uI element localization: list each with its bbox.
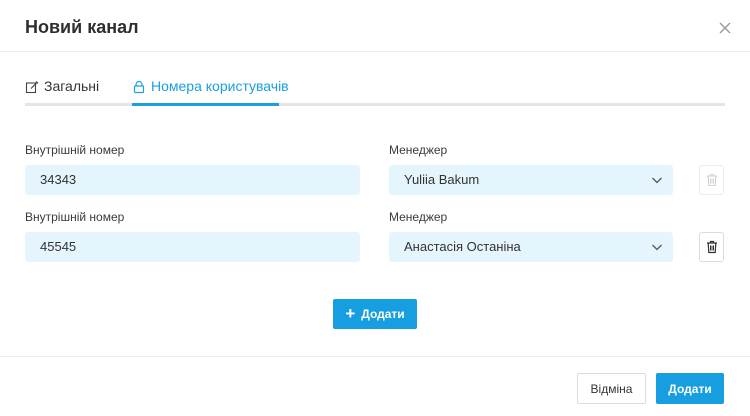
new-channel-dialog: Новий канал Загальні Номера користувачів… [0, 0, 750, 416]
delete-row-button[interactable] [699, 165, 724, 195]
tab-user-numbers-label: Номера користувачів [151, 78, 289, 94]
internal-number-input[interactable]: 34343 [25, 165, 360, 195]
manager-label: Менеджер [389, 210, 448, 224]
chevron-down-icon [652, 177, 662, 184]
active-tab-indicator [132, 103, 279, 106]
add-row-label: Додати [361, 307, 405, 321]
manager-select[interactable]: Yuliia Bakum [389, 165, 673, 195]
trash-icon [706, 173, 717, 187]
tab-user-numbers[interactable]: Номера користувачів [132, 78, 289, 106]
internal-number-input[interactable]: 45545 [25, 232, 360, 262]
manager-select-value: Анастасія Останіна [404, 239, 521, 254]
manager-select[interactable]: Анастасія Останіна [389, 232, 673, 262]
delete-row-button[interactable] [699, 232, 724, 262]
submit-button[interactable]: Додати [656, 373, 724, 404]
chevron-down-icon [652, 244, 662, 251]
manager-select-value: Yuliia Bakum [404, 172, 480, 187]
lock-icon [133, 80, 145, 94]
edit-icon [25, 81, 39, 94]
trash-icon [706, 240, 717, 254]
internal-number-label: Внутрішній номер [25, 143, 125, 157]
dialog-title: Новий канал [25, 17, 139, 37]
plus-icon: + [345, 303, 356, 323]
tab-bar-divider [25, 103, 725, 106]
tab-bar: Загальні Номера користувачів [25, 78, 725, 106]
tab-general-label: Загальні [44, 78, 100, 94]
cancel-button[interactable]: Відміна [577, 373, 646, 404]
close-icon[interactable] [716, 19, 734, 37]
internal-number-label: Внутрішній номер [25, 210, 125, 224]
manager-label: Менеджер [389, 143, 448, 157]
tab-general[interactable]: Загальні [25, 78, 99, 106]
add-row-button[interactable]: + Додати [333, 299, 417, 329]
dialog-header: Новий канал [0, 0, 750, 52]
dialog-footer: Відміна Додати [0, 356, 750, 416]
